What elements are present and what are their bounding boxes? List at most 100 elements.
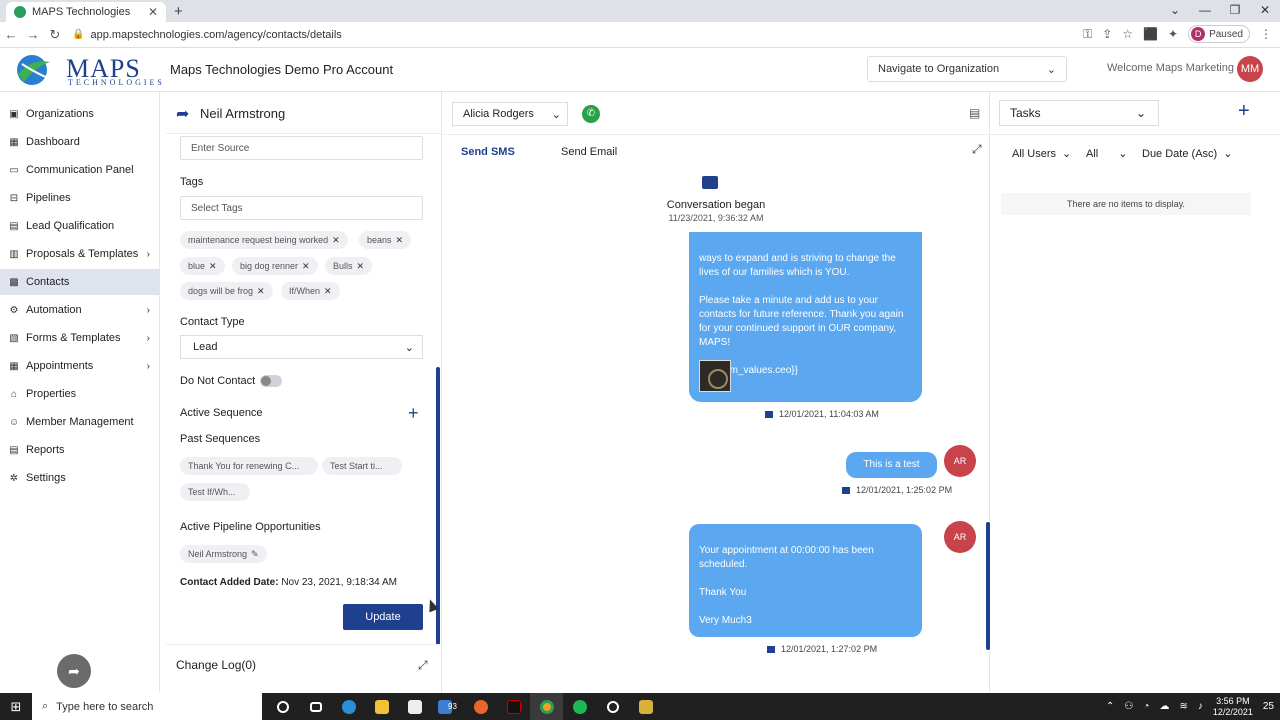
url-field[interactable]: 🔒 app.mapstechnologies.com/agency/contac… (72, 29, 342, 41)
funnel-icon: ⊟ (9, 192, 19, 204)
cortana-icon[interactable] (266, 693, 299, 720)
share-icon[interactable]: ⇪ (1102, 27, 1112, 41)
tag-chip: dogs will be frog ✕ (180, 282, 273, 300)
past-sequence-chip[interactable]: Thank You for renewing C... (180, 457, 318, 475)
mail-icon[interactable]: 93 (431, 693, 464, 720)
sidebar-item-automation[interactable]: ⚙ Automation › (0, 297, 160, 323)
sidebar-item-communication-panel[interactable]: ▭ Communication Panel (0, 157, 160, 183)
past-sequence-chip[interactable]: Test Start ti... (322, 457, 402, 475)
windows-start-icon[interactable]: ⊞ (0, 699, 32, 715)
taskbar-clock[interactable]: 3:56 PM 12/2/2021 (1213, 696, 1253, 718)
sidebar-item-settings[interactable]: ✲ Settings (0, 465, 160, 491)
minimize-icon[interactable]: — (1190, 0, 1220, 22)
sidebar-item-reports[interactable]: ▤ Reports (0, 437, 160, 463)
profile-button[interactable]: D Paused (1188, 25, 1250, 43)
puzzle-icon[interactable]: ✦ (1168, 27, 1178, 41)
expand-icon[interactable]: ⤢ (972, 142, 982, 157)
settings-icon: ✲ (9, 472, 19, 484)
tab-send-sms[interactable]: Send SMS (461, 146, 515, 158)
remove-tag-icon[interactable]: ✕ (257, 286, 265, 297)
agent-select[interactable]: Alicia Rodgers ⌄ (452, 102, 568, 126)
sidebar-item-properties[interactable]: ⌂ Properties (0, 381, 160, 407)
restore-icon[interactable]: ❐ (1220, 0, 1250, 22)
remove-tag-icon[interactable]: ✕ (302, 261, 310, 272)
navigate-organization-select[interactable]: Navigate to Organization ⌄ (867, 56, 1067, 82)
spotify-icon[interactable] (563, 693, 596, 720)
sidebar-item-appointments[interactable]: ▦ Appointments › (0, 353, 160, 379)
sidebar-item-contacts[interactable]: ▩ Contacts (0, 269, 160, 295)
notification-count[interactable]: 25 (1263, 701, 1274, 712)
attachment-thumbnail[interactable] (699, 360, 731, 392)
tab-search-icon[interactable]: ⌄ (1160, 0, 1190, 22)
sidebar-item-label: Proposals & Templates (26, 248, 139, 260)
form-icon: ▧ (9, 332, 19, 344)
store-icon[interactable] (398, 693, 431, 720)
taskbar-search[interactable]: ⌕ Type here to search (32, 693, 262, 720)
wifi-icon[interactable]: ≋ (1179, 701, 1187, 712)
sidebar-item-label: Appointments (26, 360, 94, 372)
user-avatar[interactable]: MM (1237, 56, 1263, 82)
extension-icon[interactable]: ⬛ (1143, 27, 1158, 41)
add-sequence-icon[interactable]: + (408, 403, 419, 424)
sidebar-item-dashboard[interactable]: ▦ Dashboard (0, 129, 160, 155)
sidebar-item-lead-qualification[interactable]: ▤ Lead Qualification (0, 213, 160, 239)
pipeline-opportunity-chip[interactable]: Neil Armstrong ✎ (180, 545, 267, 563)
url-text: app.mapstechnologies.com/agency/contacts… (90, 28, 342, 41)
new-tab-icon[interactable]: + (174, 3, 183, 20)
file-explorer-icon[interactable] (365, 693, 398, 720)
remove-tag-icon[interactable]: ✕ (209, 261, 217, 272)
task-view-icon[interactable] (299, 693, 332, 720)
media-app-icon[interactable] (629, 693, 662, 720)
tray-app-icon[interactable]: ⚇ (1124, 701, 1133, 712)
forward-icon[interactable]: → (22, 27, 44, 42)
tray-chevron-icon[interactable]: ⌃ (1106, 701, 1114, 712)
agent-name: Alicia Rodgers (463, 108, 534, 120)
contact-type-select[interactable]: Lead ⌄ (180, 335, 423, 359)
firefox-icon[interactable] (464, 693, 497, 720)
add-task-icon[interactable]: + (1238, 100, 1250, 123)
filter-sort[interactable]: Due Date (Asc) ⌄ (1142, 147, 1232, 161)
network-icon[interactable]: ◔ (1143, 701, 1149, 712)
key-icon[interactable]: ⚿ (1083, 27, 1092, 42)
star-icon[interactable]: ☆ (1122, 27, 1133, 41)
back-arrow-icon[interactable]: ➦ (176, 104, 189, 124)
sidebar-item-proposals-templates[interactable]: ▥ Proposals & Templates › (0, 241, 160, 267)
update-button[interactable]: Update (343, 604, 423, 630)
remove-tag-icon[interactable]: ✕ (324, 286, 332, 297)
edit-pencil-icon[interactable]: ✎ (251, 549, 259, 560)
tags-select[interactable]: Select Tags (180, 196, 423, 220)
volume-icon[interactable]: ♪ (1198, 701, 1203, 712)
do-not-contact-toggle[interactable] (260, 375, 282, 387)
remove-tag-icon[interactable]: ✕ (357, 261, 365, 272)
maps-logo[interactable]: MAPS TECHNOLOGIES (14, 52, 162, 88)
notes-icon[interactable]: ▤ (969, 106, 980, 120)
netflix-icon[interactable] (497, 693, 530, 720)
past-sequence-chip[interactable]: Test If/Wh... (180, 483, 250, 501)
chrome-icon[interactable] (530, 693, 563, 720)
back-fab-button[interactable]: ➦ (57, 654, 91, 688)
browser-tab[interactable]: MAPS Technologies ✕ (6, 2, 166, 22)
menu-icon[interactable]: ⋮ (1260, 27, 1272, 41)
reload-icon[interactable]: ↻ (44, 27, 66, 43)
close-window-icon[interactable]: ✕ (1250, 0, 1280, 22)
tasks-select[interactable]: Tasks ⌄ (999, 100, 1159, 126)
change-log-title[interactable]: Change Log(0) (176, 658, 256, 672)
back-icon[interactable]: ← (0, 27, 22, 42)
sidebar-item-forms-templates[interactable]: ▧ Forms & Templates › (0, 325, 160, 351)
chevron-right-icon: › (146, 332, 150, 344)
edge-icon[interactable] (332, 693, 365, 720)
remove-tag-icon[interactable]: ✕ (332, 235, 340, 246)
clock-app-icon[interactable] (596, 693, 629, 720)
tab-send-email[interactable]: Send Email (561, 146, 617, 158)
source-input[interactable]: Enter Source (180, 136, 423, 160)
close-tab-icon[interactable]: ✕ (148, 5, 158, 19)
onedrive-icon[interactable]: ☁ (1159, 701, 1169, 712)
expand-icon[interactable]: ⤢ (418, 658, 428, 673)
remove-tag-icon[interactable]: ✕ (396, 235, 404, 246)
sidebar-item-organizations[interactable]: ▣ Organizations (0, 101, 160, 127)
filter-status[interactable]: All ⌄ (1086, 147, 1127, 161)
phone-call-icon[interactable]: ✆ (582, 105, 600, 123)
sidebar-item-pipelines[interactable]: ⊟ Pipelines (0, 185, 160, 211)
filter-users[interactable]: All Users ⌄ (1012, 147, 1071, 161)
sidebar-item-member-management[interactable]: ☺ Member Management (0, 409, 160, 435)
